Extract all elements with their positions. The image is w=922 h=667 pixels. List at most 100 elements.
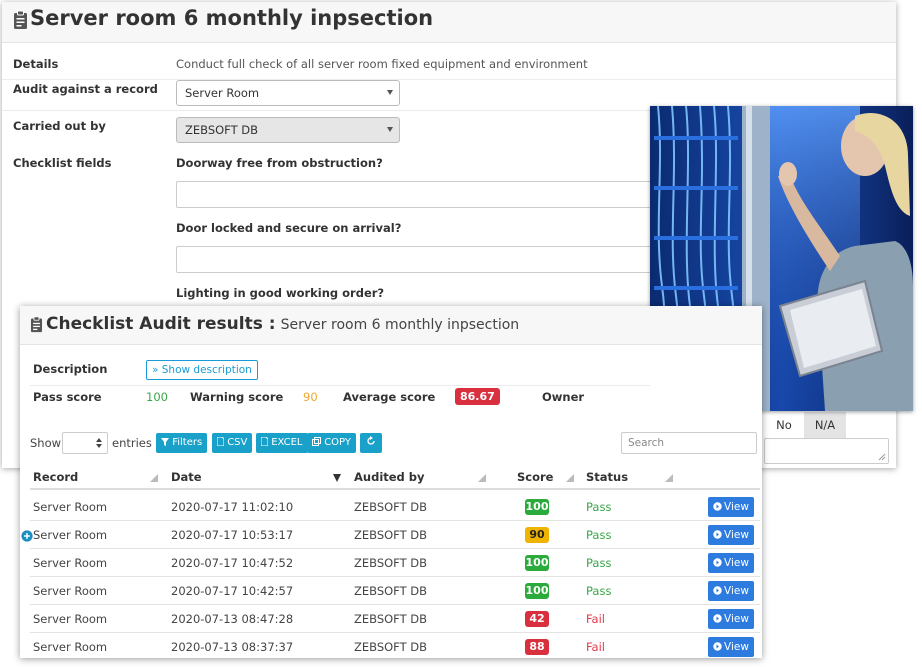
door-locked-answer-input[interactable] bbox=[176, 246, 656, 273]
score-badge: 100 bbox=[525, 555, 549, 571]
checklist-fields-label: Checklist fields bbox=[13, 156, 112, 170]
cell-audited-by: ZEBSOFT DB bbox=[354, 640, 428, 654]
column-score[interactable]: Score bbox=[517, 470, 553, 484]
search-input[interactable]: Search bbox=[621, 432, 757, 454]
doorway-answer-input[interactable] bbox=[176, 181, 656, 208]
csv-label: CSV bbox=[227, 437, 248, 448]
carried-out-by-select[interactable]: ZEBSOFT DB bbox=[176, 117, 400, 143]
score-badge: 90 bbox=[525, 527, 549, 543]
notes-textarea[interactable] bbox=[764, 438, 889, 464]
cell-date: 2020-07-17 10:42:57 bbox=[171, 584, 294, 598]
view-icon bbox=[713, 614, 722, 623]
cell-record: Server Room bbox=[33, 528, 108, 542]
view-label: View bbox=[724, 501, 749, 513]
audit-record-value: Server Room bbox=[185, 86, 260, 100]
score-badge: 88 bbox=[525, 639, 549, 655]
resize-handle-icon bbox=[878, 453, 886, 461]
view-icon bbox=[713, 586, 722, 595]
view-button[interactable]: View bbox=[708, 637, 754, 657]
carried-out-by-value: ZEBSOFT DB bbox=[185, 123, 259, 137]
view-label: View bbox=[724, 641, 749, 653]
answer-na-option[interactable]: N/A bbox=[804, 412, 846, 438]
status-text: Pass bbox=[586, 500, 612, 514]
cell-audited-by: ZEBSOFT DB bbox=[354, 584, 428, 598]
sort-icon[interactable] bbox=[150, 474, 158, 482]
question-doorway: Doorway free from obstruction? bbox=[176, 156, 383, 170]
view-button[interactable]: View bbox=[708, 525, 754, 545]
view-label: View bbox=[724, 585, 749, 597]
view-button[interactable]: View bbox=[708, 497, 754, 517]
refresh-button[interactable] bbox=[360, 433, 382, 453]
carried-out-by-label: Carried out by bbox=[13, 119, 106, 133]
sort-desc-icon[interactable] bbox=[333, 474, 341, 482]
view-icon bbox=[713, 502, 722, 511]
copy-label: COPY bbox=[324, 437, 351, 448]
status-text: Pass bbox=[586, 556, 612, 570]
average-score-badge: 86.67 bbox=[455, 388, 500, 405]
view-label: View bbox=[724, 613, 749, 625]
description-label: Description bbox=[33, 362, 108, 376]
sort-icon[interactable] bbox=[665, 474, 673, 482]
cell-record: Server Room bbox=[33, 500, 108, 514]
filters-button[interactable]: Filters bbox=[156, 433, 208, 453]
column-audited-by[interactable]: Audited by bbox=[354, 470, 425, 484]
results-title-main: Checklist Audit results : bbox=[46, 314, 276, 334]
score-badge: 100 bbox=[525, 583, 549, 599]
excel-label: EXCEL bbox=[271, 437, 303, 448]
entries-label: entries bbox=[112, 436, 152, 450]
copy-button[interactable]: COPY bbox=[307, 433, 356, 453]
cell-date: 2020-07-17 11:02:10 bbox=[171, 500, 294, 514]
cell-audited-by: ZEBSOFT DB bbox=[354, 500, 428, 514]
score-badge: 42 bbox=[525, 611, 549, 627]
cell-audited-by: ZEBSOFT DB bbox=[354, 528, 428, 542]
filters-label: Filters bbox=[172, 437, 203, 448]
file-icon bbox=[260, 436, 269, 447]
results-title: Checklist Audit results : Server room 6 … bbox=[46, 314, 519, 334]
clipboard-icon bbox=[30, 316, 43, 333]
chevron-down-icon bbox=[387, 127, 393, 132]
excel-button[interactable]: EXCEL bbox=[256, 433, 308, 453]
view-icon bbox=[713, 642, 722, 651]
entries-select[interactable] bbox=[62, 432, 108, 454]
audit-record-select[interactable]: Server Room bbox=[176, 80, 400, 106]
warning-score-label: Warning score bbox=[190, 390, 284, 404]
cell-audited-by: ZEBSOFT DB bbox=[354, 612, 428, 626]
filter-icon bbox=[161, 438, 169, 446]
column-date[interactable]: Date bbox=[171, 470, 202, 484]
owner-label: Owner bbox=[542, 390, 585, 404]
details-value: Conduct full check of all server room fi… bbox=[176, 57, 588, 71]
warning-score-value: 90 bbox=[303, 390, 318, 404]
show-description-button[interactable]: » Show description bbox=[146, 360, 258, 380]
pass-score-value: 100 bbox=[146, 390, 168, 404]
cell-record: Server Room bbox=[33, 584, 108, 598]
copy-icon bbox=[312, 437, 321, 446]
pass-score-label: Pass score bbox=[33, 390, 102, 404]
divider bbox=[30, 385, 650, 386]
view-button[interactable]: View bbox=[708, 553, 754, 573]
expand-plus-icon[interactable] bbox=[20, 529, 34, 543]
sort-icon[interactable] bbox=[478, 474, 486, 482]
divider bbox=[2, 79, 896, 80]
answer-no-option[interactable]: No bbox=[764, 412, 804, 438]
average-score-label: Average score bbox=[343, 390, 436, 404]
cell-record: Server Room bbox=[33, 612, 108, 626]
status-text: Pass bbox=[586, 584, 612, 598]
cell-date: 2020-07-13 08:37:37 bbox=[171, 640, 294, 654]
column-record[interactable]: Record bbox=[33, 470, 78, 484]
file-icon bbox=[216, 436, 225, 447]
chevron-down-icon bbox=[387, 90, 393, 95]
column-status[interactable]: Status bbox=[586, 470, 628, 484]
view-button[interactable]: View bbox=[708, 609, 754, 629]
status-text: Fail bbox=[586, 612, 605, 626]
csv-button[interactable]: CSV bbox=[212, 433, 253, 453]
audit-results-panel: Checklist Audit results : Server room 6 … bbox=[20, 306, 762, 658]
header-divider bbox=[30, 488, 760, 490]
view-label: View bbox=[724, 529, 749, 541]
score-badge: 100 bbox=[525, 499, 549, 515]
show-label: Show bbox=[30, 436, 62, 450]
sort-icon[interactable] bbox=[566, 474, 574, 482]
view-button[interactable]: View bbox=[708, 581, 754, 601]
status-text: Fail bbox=[586, 640, 605, 654]
audit-record-label: Audit against a record bbox=[13, 82, 158, 96]
form-title: Server room 6 monthly inpsection bbox=[30, 6, 434, 30]
